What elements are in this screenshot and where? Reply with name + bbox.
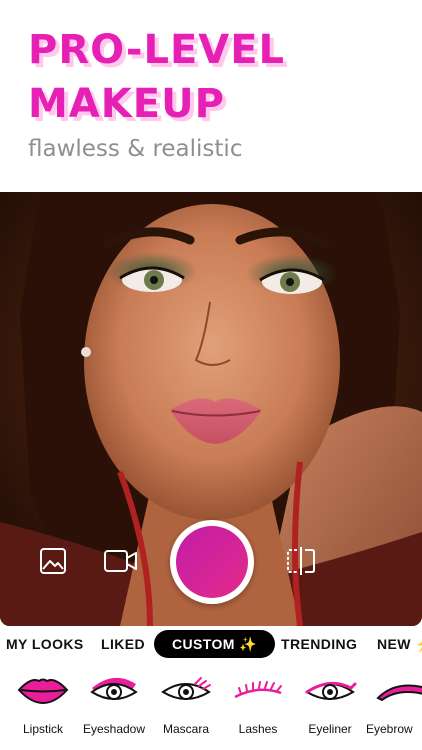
eyebrow-icon	[376, 684, 422, 702]
mascara-eye-icon	[161, 677, 211, 700]
tab-my-looks[interactable]: MY LOOKS	[6, 630, 84, 658]
split-compare-icon	[287, 547, 315, 575]
gallery-button[interactable]	[38, 546, 68, 576]
tool-lipstick[interactable]: Lipstick	[3, 668, 83, 748]
tagline: flawless & realistic	[28, 136, 243, 162]
eyeshadow-icon	[90, 677, 138, 700]
compare-button[interactable]	[283, 545, 319, 577]
video-mode-button[interactable]	[102, 546, 140, 576]
image-icon	[40, 548, 66, 574]
headline-line-2: MAKEUP	[28, 81, 225, 127]
tool-mascara[interactable]: Mascara	[146, 668, 226, 748]
tab-new[interactable]: NEW ⚡	[377, 630, 422, 658]
tool-eyeliner[interactable]: Eyeliner	[290, 668, 370, 748]
lashes-icon	[234, 681, 282, 699]
tab-liked[interactable]: LIKED	[101, 630, 145, 658]
tab-custom[interactable]: CUSTOM ✨	[154, 630, 275, 658]
look-category-tabs: MY LOOKS LIKED CUSTOM ✨ TRENDING NEW ⚡	[0, 628, 422, 662]
tool-eyebrow[interactable]: Eyebrow	[362, 668, 422, 748]
tool-label: Eyebrow	[366, 722, 413, 736]
shutter-button[interactable]	[170, 520, 254, 604]
headline-line-1: PRO-LEVEL	[28, 27, 286, 73]
promo-header: PRO-LEVEL MAKEUP flawless & realistic	[0, 0, 422, 192]
shutter-inner	[176, 526, 248, 598]
lips-icon	[17, 678, 69, 705]
eyeliner-icon	[305, 681, 357, 700]
tab-trending[interactable]: TRENDING	[281, 630, 357, 658]
app-screen: PRO-LEVEL MAKEUP flawless & realistic MY…	[0, 0, 422, 750]
tool-lashes[interactable]: Lashes	[218, 668, 298, 748]
video-camera-icon	[104, 550, 137, 572]
tool-eyeshadow[interactable]: Eyeshadow	[74, 668, 154, 748]
